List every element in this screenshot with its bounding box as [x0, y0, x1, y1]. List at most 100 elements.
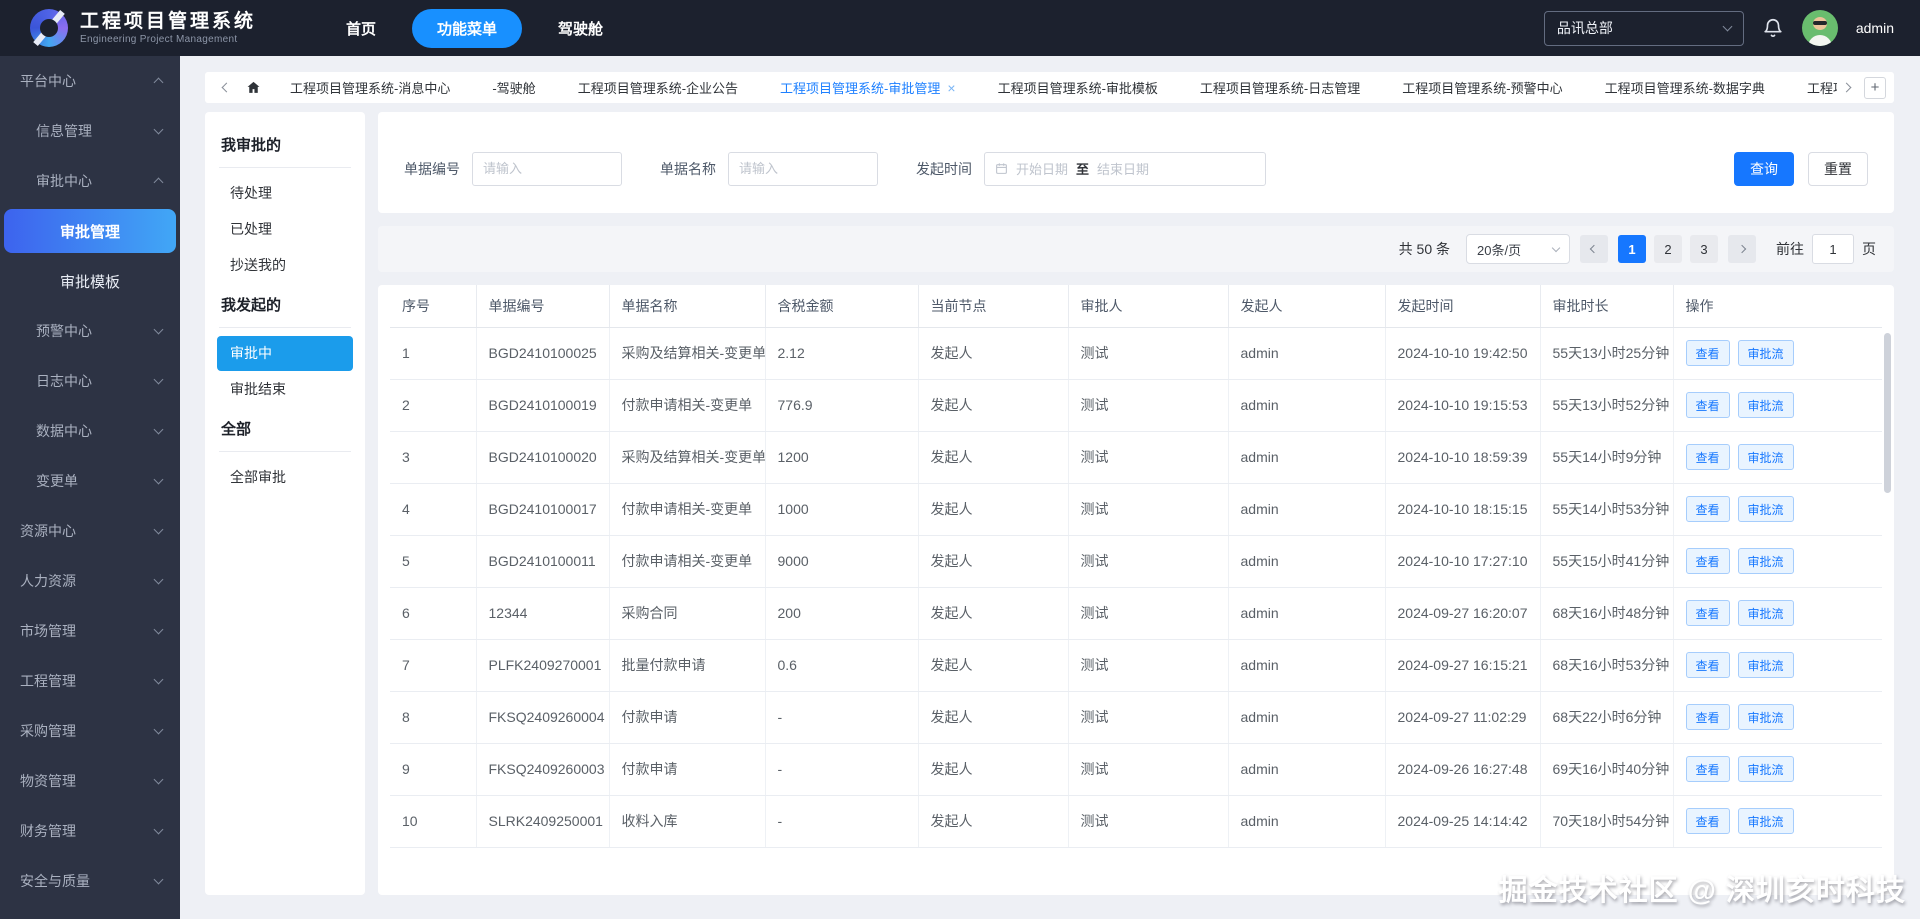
approval-flow-button[interactable]: 审批流 [1737, 600, 1794, 626]
cell-code: BGD2410100019 [476, 379, 610, 432]
chevron-down-icon [153, 374, 164, 385]
sidebar-item-0[interactable]: 平台中心 [0, 56, 180, 106]
sidebar-item-10[interactable]: 人力资源 [0, 556, 180, 606]
sidebar-item-label: 财务管理 [20, 823, 76, 839]
cell-actions: 查看 审批流 [1673, 431, 1882, 484]
page-size-select[interactable]: 20条/页 [1466, 234, 1570, 264]
new-tab-button[interactable]: + [1864, 76, 1886, 99]
tab-6[interactable]: 工程项目管理系统-预警中心 [1381, 72, 1583, 103]
sidebar-item-13[interactable]: 采购管理 [0, 706, 180, 756]
page-2[interactable]: 2 [1654, 235, 1682, 263]
sidebar-item-2[interactable]: 审批中心 [0, 156, 180, 206]
prev-page-button[interactable] [1580, 235, 1608, 263]
tab-8[interactable]: 工程项目管理系 [1786, 72, 1837, 103]
sidebar-item-11[interactable]: 市场管理 [0, 606, 180, 656]
cell-time: 2024-10-10 19:15:53 [1385, 379, 1541, 432]
sidebar-item-3[interactable]: 审批管理 [4, 209, 176, 253]
approval-flow-button[interactable]: 审批流 [1737, 444, 1794, 470]
doc-no-input[interactable] [472, 151, 622, 186]
page-1[interactable]: 1 [1618, 235, 1646, 263]
next-page-button[interactable] [1728, 235, 1756, 263]
tab-2[interactable]: 工程项目管理系统-企业公告 [557, 72, 759, 103]
page-3[interactable]: 3 [1690, 235, 1718, 263]
tabs-forward-button[interactable] [1837, 82, 1856, 93]
sidebar-item-5[interactable]: 预警中心 [0, 306, 180, 356]
cell-time: 2024-09-27 16:15:21 [1385, 639, 1541, 692]
view-button[interactable]: 查看 [1685, 756, 1730, 782]
nav-item-1[interactable]: 功能菜单 [412, 8, 523, 48]
view-button[interactable]: 查看 [1685, 340, 1730, 366]
close-icon[interactable]: × [947, 81, 955, 95]
column-header-4: 当前节点 [918, 285, 1069, 328]
home-icon[interactable] [246, 80, 261, 95]
view-button[interactable]: 查看 [1685, 392, 1730, 418]
sidebar-item-4[interactable]: 审批模板 [0, 256, 180, 306]
tab-label: -驾驶舱 [492, 81, 536, 96]
vertical-scrollbar[interactable] [1884, 333, 1891, 493]
approval-flow-button[interactable]: 审批流 [1737, 496, 1794, 522]
approval-flow-button[interactable]: 审批流 [1737, 392, 1794, 418]
cell-name: 付款申请相关-变更单 [609, 379, 766, 432]
user-avatar[interactable] [1801, 10, 1838, 46]
sidebar-item-16[interactable]: 安全与质量 [0, 856, 180, 906]
chevron-down-icon [153, 474, 164, 485]
menu-item-1-1[interactable]: 审批结束 [217, 372, 353, 407]
reset-button[interactable]: 重置 [1808, 151, 1868, 186]
cell-time: 2024-10-10 18:15:15 [1385, 483, 1541, 536]
view-button[interactable]: 查看 [1685, 652, 1730, 678]
tab-0[interactable]: 工程项目管理系统-消息中心 [269, 72, 471, 103]
view-button[interactable]: 查看 [1685, 704, 1730, 730]
approval-flow-button[interactable]: 审批流 [1737, 652, 1794, 678]
cell-amount: 200 [765, 587, 919, 640]
date-range-picker[interactable]: 开始日期 至 结束日期 [984, 151, 1266, 186]
cell-duration: 55天13小时25分钟 [1540, 327, 1674, 380]
tab-3[interactable]: 工程项目管理系统-审批管理 × [759, 72, 977, 103]
chevron-down-icon [153, 524, 164, 535]
menu-item-0-1[interactable]: 已处理 [217, 212, 353, 247]
sidebar-item-6[interactable]: 日志中心 [0, 356, 180, 406]
notification-bell-icon[interactable] [1762, 17, 1784, 39]
menu-item-0-2[interactable]: 抄送我的 [217, 248, 353, 283]
sidebar-item-1[interactable]: 信息管理 [0, 106, 180, 156]
tabs-back-button[interactable] [217, 82, 236, 93]
menu-item-1-0[interactable]: 审批中 [217, 336, 353, 371]
logo-icon [30, 9, 68, 47]
view-button[interactable]: 查看 [1685, 444, 1730, 470]
goto-page-input[interactable] [1812, 234, 1854, 264]
approval-flow-button[interactable]: 审批流 [1737, 808, 1794, 834]
cell-time: 2024-10-10 19:42:50 [1385, 327, 1541, 380]
cell-name: 付款申请相关-变更单 [609, 535, 766, 588]
doc-name-input[interactable] [728, 151, 878, 186]
approval-flow-button[interactable]: 审批流 [1737, 756, 1794, 782]
logo-text: 工程项目管理系统 Engineering Project Management [80, 10, 256, 46]
chevron-down-icon [153, 874, 164, 885]
cell-code: BGD2410100025 [476, 327, 610, 380]
tab-7[interactable]: 工程项目管理系统-数据字典 [1584, 72, 1786, 103]
org-select[interactable]: 品讯总部 [1543, 10, 1744, 46]
view-button[interactable]: 查看 [1685, 496, 1730, 522]
tab-4[interactable]: 工程项目管理系统-审批模板 [977, 72, 1179, 103]
menu-item-2-0[interactable]: 全部审批 [217, 460, 353, 495]
view-button[interactable]: 查看 [1685, 600, 1730, 626]
approval-flow-button[interactable]: 审批流 [1737, 340, 1794, 366]
nav-item-0[interactable]: 首页 [346, 18, 376, 39]
approval-flow-button[interactable]: 审批流 [1737, 704, 1794, 730]
tab-1[interactable]: -驾驶舱 [471, 72, 556, 103]
sidebar-item-7[interactable]: 数据中心 [0, 406, 180, 456]
approval-flow-button[interactable]: 审批流 [1737, 548, 1794, 574]
org-select-value: 品讯总部 [1556, 20, 1613, 36]
tab-label: 工程项目管理系统-企业公告 [577, 81, 739, 96]
view-button[interactable]: 查看 [1685, 808, 1730, 834]
cell-initiator: admin [1228, 639, 1386, 692]
sidebar-item-12[interactable]: 工程管理 [0, 656, 180, 706]
menu-item-0-0[interactable]: 待处理 [217, 176, 353, 211]
sidebar-item-9[interactable]: 资源中心 [0, 506, 180, 556]
sidebar-item-15[interactable]: 财务管理 [0, 806, 180, 856]
search-button[interactable]: 查询 [1734, 151, 1794, 186]
nav-item-2[interactable]: 驾驶舱 [558, 18, 603, 39]
tab-5[interactable]: 工程项目管理系统-日志管理 [1179, 72, 1381, 103]
sidebar-item-14[interactable]: 物资管理 [0, 756, 180, 806]
sidebar-item-8[interactable]: 变更单 [0, 456, 180, 506]
cell-initiator: admin [1228, 483, 1386, 536]
view-button[interactable]: 查看 [1685, 548, 1730, 574]
